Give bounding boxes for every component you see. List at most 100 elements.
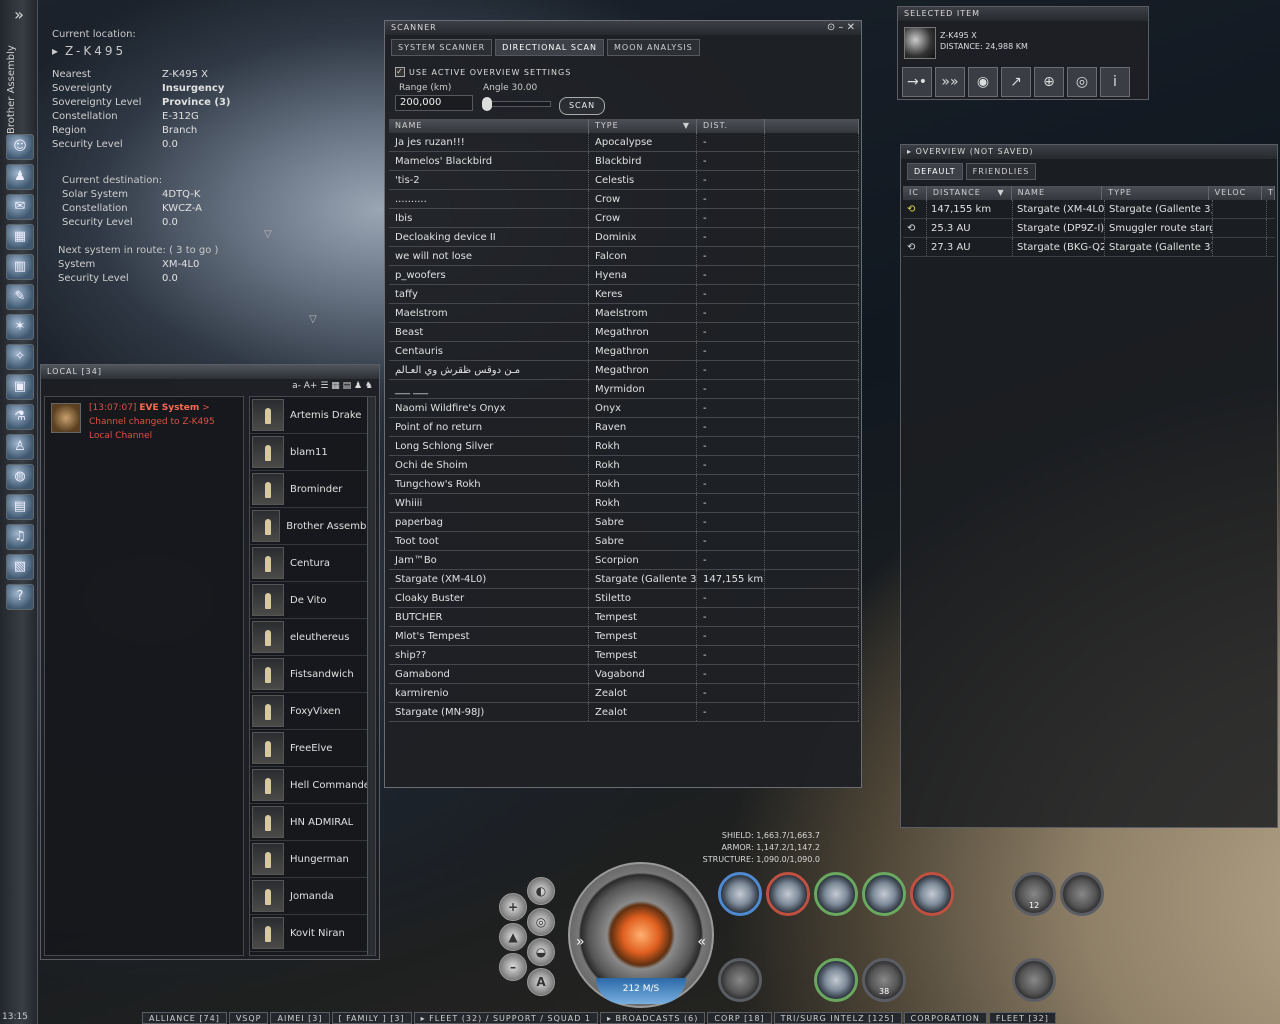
scan-result-row[interactable]: Naomi Wildfire's Onyx Onyx -	[389, 399, 859, 418]
member-row[interactable]: Brother Assembly	[250, 508, 375, 545]
zoom-in-icon[interactable]: +	[499, 893, 527, 921]
look-at-icon[interactable]: ◎	[1067, 67, 1097, 97]
column-type[interactable]: TYPE	[1102, 186, 1209, 200]
member-row[interactable]: De Vito	[250, 582, 375, 619]
member-name[interactable]: Jomanda	[290, 891, 334, 902]
member-name[interactable]: Brominder	[290, 484, 342, 495]
scan-result-row[interactable]: 'tis-2 Celestis -	[389, 171, 859, 190]
warp-to-icon[interactable]: »»	[935, 67, 965, 97]
member-row[interactable]: FoxyVixen	[250, 693, 375, 730]
member-portrait[interactable]	[252, 436, 284, 468]
member-portrait[interactable]	[252, 880, 284, 912]
use-overview-checkbox[interactable]: ✓	[395, 67, 405, 77]
member-name[interactable]: FreeElve	[290, 743, 332, 754]
approach-icon[interactable]: →•	[902, 67, 932, 97]
scan-result-row[interactable]: Decloaking device II Dominix -	[389, 228, 859, 247]
member-portrait[interactable]	[252, 695, 284, 727]
expand-arrow-icon[interactable]: ▸	[52, 42, 61, 60]
scan-result-row[interactable]: Stargate (XM-4L0) Stargate (Gallente 3) 14…	[389, 570, 859, 589]
chevron-down-icon[interactable]: ▽	[264, 229, 272, 240]
cargo-hold-icon[interactable]: ◒	[527, 938, 555, 966]
chat-tab[interactable]: AIMEI [3]	[270, 1012, 330, 1024]
zoom-out-icon[interactable]: –	[499, 953, 527, 981]
member-name[interactable]: Artemis Drake	[290, 410, 361, 421]
scan-result-row[interactable]: مـن دوقس ظقرش وي العـالم Megathron -	[389, 361, 859, 380]
scan-result-row[interactable]: Point of no return Raven -	[389, 418, 859, 437]
member-portrait[interactable]	[252, 917, 284, 949]
scan-result-row[interactable]: karmirenio Zealot -	[389, 684, 859, 703]
tab-default[interactable]: DEFAULT	[907, 163, 963, 180]
chat-tab[interactable]: ▸ FLEET (32) / SUPPORT / SQUAD 1	[413, 1012, 598, 1024]
member-portrait[interactable]	[252, 806, 284, 838]
local-chat-title[interactable]: LOCAL [34]	[41, 365, 379, 379]
drone-slot[interactable]: 12	[1012, 872, 1056, 916]
chat-tab[interactable]: ▸ BROADCASTS (6)	[600, 1012, 706, 1024]
corporation-icon[interactable]: ♙	[6, 434, 34, 460]
member-portrait[interactable]	[252, 621, 284, 653]
minimize-icon[interactable]: –	[838, 22, 843, 33]
speed-decrease-icon[interactable]: »	[576, 934, 585, 950]
member-portrait[interactable]	[252, 510, 281, 542]
scan-result-row[interactable]: Stargate (MN-98J) Zealot -	[389, 703, 859, 722]
scan-result-row[interactable]: Centauris Megathron -	[389, 342, 859, 361]
module-slot-9[interactable]	[1060, 872, 1104, 916]
scan-result-row[interactable]: p_woofers Hyena -	[389, 266, 859, 285]
scan-result-row[interactable]: ship?? Tempest -	[389, 646, 859, 665]
member-portrait[interactable]	[252, 843, 284, 875]
neocom-menu-button[interactable]: »	[0, 0, 38, 30]
scan-result-row[interactable]: .......... Crow -	[389, 190, 859, 209]
tab-system-scanner[interactable]: SYSTEM SCANNER	[391, 39, 493, 56]
mail-icon[interactable]: ✉	[6, 194, 34, 220]
member-portrait[interactable]	[252, 399, 284, 431]
jump-icon[interactable]: ↗	[1001, 67, 1031, 97]
scan-result-row[interactable]: Toot toot Sabre -	[389, 532, 859, 551]
tab-directional-scan[interactable]: DIRECTIONAL SCAN	[495, 39, 604, 56]
current-system[interactable]: Z-K495	[65, 42, 126, 60]
member-name[interactable]: Kovit Niran	[290, 928, 345, 939]
column-icon[interactable]: IC	[903, 186, 927, 200]
member-row[interactable]: Artemis Drake	[250, 397, 375, 434]
member-name[interactable]: HN ADMIRAL	[290, 817, 353, 828]
member-portrait[interactable]	[252, 658, 284, 690]
member-name[interactable]: Hell Commander	[290, 780, 374, 791]
notepad-icon[interactable]: ▤	[6, 494, 34, 520]
scan-result-row[interactable]: Ibis Crow -	[389, 209, 859, 228]
member-name[interactable]: De Vito	[290, 595, 326, 606]
character-sheet-icon[interactable]: ☺	[6, 134, 34, 160]
show-info-icon[interactable]: i	[1100, 67, 1130, 97]
speed-indicator[interactable]: 212 M/S	[596, 978, 686, 1004]
browser-icon[interactable]: ◍	[6, 464, 34, 490]
scan-result-row[interactable]: Jam™Bo Scorpion -	[389, 551, 859, 570]
member-row[interactable]: eleuthereus	[250, 619, 375, 656]
overview-title[interactable]: ▸ OVERVIEW (NOT SAVED)	[901, 145, 1277, 159]
member-row[interactable]: Fistsandwich	[250, 656, 375, 693]
chat-tab[interactable]: CORPORATION	[903, 1012, 987, 1024]
member-row[interactable]: FreeElve	[250, 730, 375, 767]
chat-tab[interactable]: FLEET [32]	[988, 1012, 1056, 1024]
chat-message-area[interactable]: [13:07:07] EVE System > Channel changed …	[44, 396, 244, 956]
column-distance[interactable]: DISTANCE ▼	[927, 186, 1012, 200]
scan-result-row[interactable]: Beast Megathron -	[389, 323, 859, 342]
chat-tab[interactable]: TRI/SURG INTELZ [125]	[773, 1012, 902, 1024]
scan-button[interactable]: SCAN	[559, 97, 605, 115]
column-type[interactable]: TYPE ▼	[589, 119, 697, 133]
tab-moon-analysis[interactable]: MOON ANALYSIS	[607, 39, 700, 56]
module-slot-5[interactable]	[910, 872, 954, 916]
member-name[interactable]: Brother Assembly	[286, 521, 375, 532]
column-t[interactable]: T	[1262, 186, 1275, 200]
angle-slider[interactable]	[482, 97, 551, 111]
member-row[interactable]: blam11	[250, 434, 375, 471]
chat-tab[interactable]: CORP [18]	[707, 1012, 772, 1024]
module-slot-6[interactable]	[718, 958, 762, 1002]
member-row[interactable]: Hell Commander	[250, 767, 375, 804]
overview-row[interactable]: ⟲ 147,155 km Stargate (XM-4L0 Stargate (Gal…	[903, 200, 1275, 219]
scan-result-row[interactable]: Tungchow's Rokh Rokh -	[389, 475, 859, 494]
member-row[interactable]: Brominder	[250, 471, 375, 508]
starmap-icon[interactable]: ✧	[6, 344, 34, 370]
ship-icon[interactable]: ▲	[499, 923, 527, 951]
assets-icon[interactable]: ▦	[6, 224, 34, 250]
tab-friendlies[interactable]: FRIENDLIES	[965, 163, 1037, 180]
market-icon[interactable]: ▥	[6, 254, 34, 280]
angle-slider-handle[interactable]	[482, 97, 492, 111]
member-row[interactable]: Kovit Niran	[250, 915, 375, 952]
